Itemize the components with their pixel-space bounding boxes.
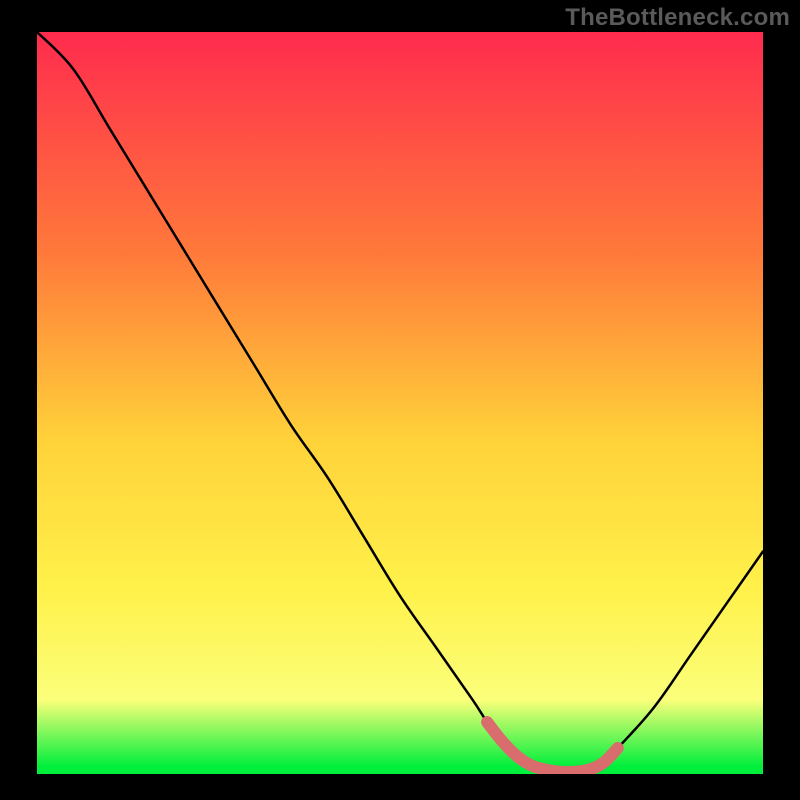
gradient-background xyxy=(37,32,763,774)
bottleneck-chart xyxy=(37,32,763,774)
watermark-text: TheBottleneck.com xyxy=(565,4,790,32)
chart-frame: TheBottleneck.com xyxy=(0,0,800,800)
plot-area xyxy=(37,32,763,774)
